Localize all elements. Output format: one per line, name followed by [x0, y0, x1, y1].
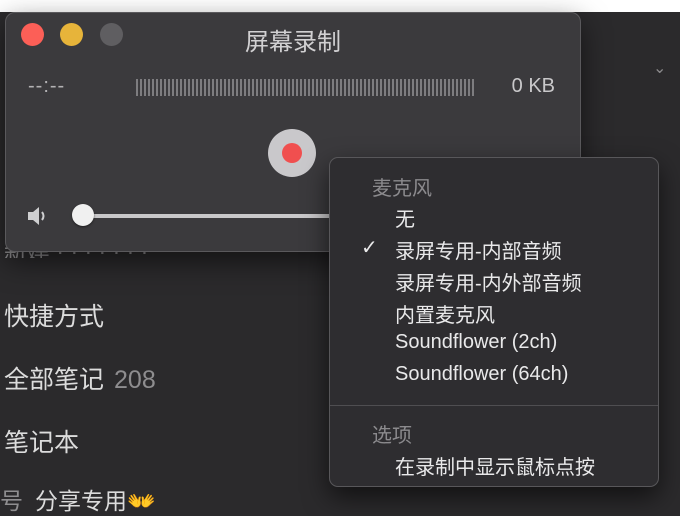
window-title: 屏幕录制 [245, 29, 341, 56]
top-strip [0, 0, 680, 12]
menu-item-soundflower-64ch[interactable]: Soundflower (64ch) [395, 363, 568, 386]
record-button[interactable] [268, 129, 316, 177]
sidebar-item-shortcuts[interactable]: 快捷方式 [4, 302, 104, 332]
sidebar-item-label: 快捷方式 [4, 303, 105, 331]
notes-count: 208 [114, 366, 156, 394]
menu-header-options: 选项 [372, 425, 412, 447]
menu-item-internal-audio[interactable]: 录屏专用-内部音频 [395, 235, 562, 264]
volume-slider-track[interactable] [80, 214, 340, 218]
volume-slider-knob[interactable] [72, 204, 94, 226]
menu-item-show-mouse-clicks[interactable]: 在录制中显示鼠标点按 [395, 451, 595, 480]
record-icon [282, 143, 302, 163]
menu-item-soundflower-2ch[interactable]: Soundflower (2ch) [395, 331, 557, 354]
sidebar-item-label: 笔记本 [4, 429, 80, 457]
speaker-icon [28, 207, 45, 225]
sidebar-item-label: 全部笔记 [4, 366, 105, 394]
sidebar-item-all-notes[interactable]: 全部笔记 208 [4, 365, 156, 395]
menu-header-microphone: 麦克风 [372, 178, 432, 200]
sidebar-item-label: 分享专用👐 [35, 488, 156, 514]
sidebar-item-prefix: 号 [0, 488, 23, 514]
elapsed-time: --:-- [28, 75, 66, 97]
menu-item-none[interactable]: 无 [395, 203, 415, 232]
microphone-menu: 麦克风 无 ✓ 录屏专用-内部音频 录屏专用-内外部音频 内置麦克风 Sound… [329, 157, 659, 487]
sidebar-item-shared[interactable]: 号分享专用👐 [0, 482, 156, 516]
checkmark-icon: ✓ [361, 237, 378, 259]
chevron-down-icon[interactable]: ⌄ [653, 58, 666, 78]
menu-item-internal-external-audio[interactable]: 录屏专用-内外部音频 [395, 267, 582, 296]
menu-item-built-in-mic[interactable]: 内置麦克风 [395, 299, 495, 328]
file-size: 0 KB [511, 75, 555, 97]
audio-level-meter [136, 79, 476, 96]
menu-separator [330, 405, 658, 406]
sidebar-item-notebooks[interactable]: 笔记本 [4, 428, 79, 458]
